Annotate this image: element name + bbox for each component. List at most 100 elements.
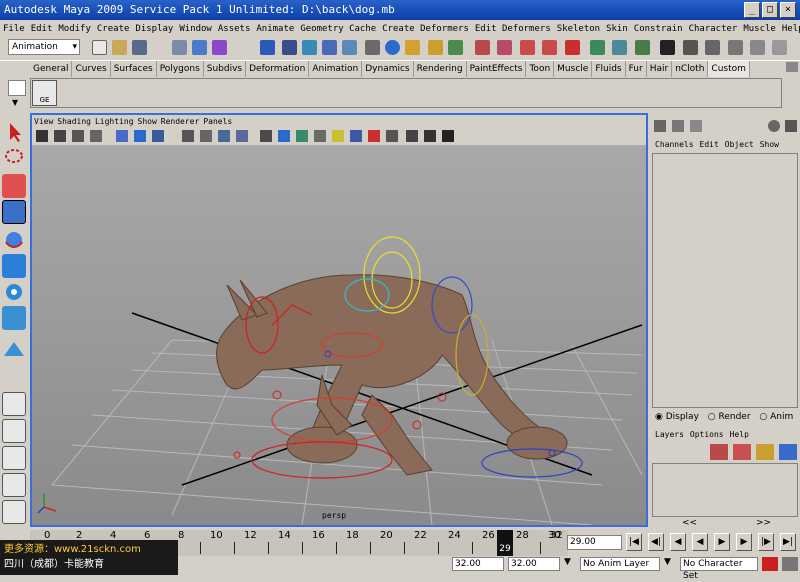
shelf-button-ge[interactable]: GE (32, 80, 57, 106)
layout-two-pane-icon[interactable] (2, 446, 26, 470)
menu-display[interactable]: Display (132, 24, 176, 34)
panel-menu-panels[interactable]: Panels (201, 117, 234, 126)
layer-scroll-right[interactable]: >> (756, 518, 771, 528)
magnet-icon[interactable] (475, 40, 490, 55)
maximize-button[interactable]: □ (762, 2, 778, 18)
layout-graph-icon[interactable] (750, 40, 765, 55)
menu-constrain[interactable]: Constrain (631, 24, 686, 34)
layer-menu-help[interactable]: Help (730, 430, 749, 439)
panel-menu-lighting[interactable]: Lighting (93, 117, 136, 126)
radio-render[interactable]: ○ Render (708, 412, 751, 422)
tab-dynamics[interactable]: Dynamics (362, 61, 414, 77)
preferences-icon[interactable] (782, 557, 798, 571)
tab-animation[interactable]: Animation (309, 61, 363, 77)
panel-toolbar-icons[interactable] (32, 128, 646, 145)
tab-deformation[interactable]: Deformation (246, 61, 310, 77)
layer-options-icon[interactable] (779, 444, 797, 460)
paint-select-tool-icon[interactable] (2, 174, 26, 198)
snap-plane-icon[interactable] (322, 40, 337, 55)
layer-scroll-left[interactable]: << (682, 518, 697, 528)
layer-lock-icon[interactable] (756, 444, 774, 460)
new-scene-icon[interactable] (92, 40, 107, 55)
channel-box-toggle-icon[interactable] (654, 120, 666, 132)
layer-menu-options[interactable]: Options (690, 430, 724, 439)
render-icon[interactable] (385, 40, 400, 55)
universal-manip-icon[interactable] (2, 280, 26, 304)
paint-icon[interactable] (520, 40, 535, 55)
attribute-editor-icon[interactable] (590, 40, 605, 55)
layout-channel-icon[interactable] (772, 40, 787, 55)
step-back-key-icon[interactable]: ◀ (670, 533, 686, 551)
make-live-icon[interactable] (342, 40, 357, 55)
play-backward-icon[interactable]: ◀ (692, 533, 708, 551)
menu-animate[interactable]: Animate (253, 24, 297, 34)
show-manip-icon[interactable] (2, 334, 26, 358)
wrap-icon[interactable] (542, 40, 557, 55)
tab-toon[interactable]: Toon (526, 61, 555, 77)
snap-point-icon[interactable] (302, 40, 317, 55)
menu-geometry-cache[interactable]: Geometry Cache (297, 24, 379, 34)
rotate-tool-icon[interactable] (2, 228, 26, 252)
open-scene-icon[interactable] (112, 40, 127, 55)
snap-grid-icon[interactable] (260, 40, 275, 55)
sculpt-icon[interactable] (497, 40, 512, 55)
tab-curves[interactable]: Curves (72, 61, 111, 77)
current-frame-field[interactable]: 29.00 (567, 535, 622, 550)
snap-curve-icon[interactable] (282, 40, 297, 55)
step-forward-frame-icon[interactable]: |▶ (758, 533, 774, 551)
anim-layer-dropdown-icon[interactable]: ▼ (664, 557, 678, 571)
menu-help[interactable]: Help (779, 24, 800, 34)
cb-menu-edit[interactable]: Edit (700, 140, 719, 149)
auto-key-icon[interactable] (762, 557, 778, 571)
select-component-icon[interactable] (212, 40, 227, 55)
save-scene-icon[interactable] (132, 40, 147, 55)
shelf-menu-button[interactable] (8, 80, 26, 96)
menu-create-deformers[interactable]: Create Deformers (379, 24, 472, 34)
tool-toggle-icon[interactable] (690, 120, 702, 132)
menu-modify[interactable]: Modify (55, 24, 94, 34)
cb-menu-show[interactable]: Show (760, 140, 779, 149)
menu-set-selector[interactable]: Animation ▾ (8, 39, 80, 55)
history-icon[interactable] (365, 40, 380, 55)
cb-menu-object[interactable]: Object (725, 140, 754, 149)
panel-menu-shading[interactable]: Shading (55, 117, 93, 126)
tool-settings-icon[interactable] (612, 40, 627, 55)
shelf-trash-icon[interactable] (786, 62, 798, 72)
tab-general[interactable]: General (30, 61, 73, 77)
panel-menu-renderer[interactable]: Renderer (159, 117, 202, 126)
attribute-toggle-icon[interactable] (672, 120, 684, 132)
tab-rendering[interactable]: Rendering (414, 61, 467, 77)
new-layer-selected-icon[interactable] (733, 444, 751, 460)
layout-single-pane-icon[interactable] (2, 392, 26, 416)
tab-custom[interactable]: Custom (708, 61, 750, 77)
cb-menu-channels[interactable]: Channels (655, 140, 694, 149)
range-menu-icon[interactable]: ▼ (564, 557, 578, 571)
step-back-frame-icon[interactable]: ◀| (648, 533, 664, 551)
tab-polygons[interactable]: Polygons (157, 61, 204, 77)
menu-window[interactable]: Window (176, 24, 215, 34)
ipr-render-icon[interactable] (405, 40, 420, 55)
tab-painteffects[interactable]: PaintEffects (467, 61, 527, 77)
soft-mod-icon[interactable] (2, 306, 26, 330)
menu-muscle[interactable]: Muscle (740, 24, 779, 34)
range-end-field[interactable]: 32.00 (508, 557, 560, 571)
new-layer-icon[interactable] (710, 444, 728, 460)
tab-hair[interactable]: Hair (647, 61, 673, 77)
scale-tool-icon[interactable] (2, 254, 26, 278)
go-to-end-icon[interactable]: ▶| (780, 533, 796, 551)
layer-list[interactable] (652, 463, 798, 517)
move-tool-icon[interactable] (2, 200, 26, 224)
panel-menu-show[interactable]: Show (136, 117, 159, 126)
layout-outliner-pane-icon[interactable] (2, 473, 26, 497)
current-frame-marker[interactable]: 29 (497, 530, 513, 556)
scene-canvas[interactable] (32, 145, 646, 525)
menu-character[interactable]: Character (686, 24, 741, 34)
menu-edit-deformers[interactable]: Edit Deformers (472, 24, 554, 34)
select-object-icon[interactable] (192, 40, 207, 55)
lock-icon[interactable] (428, 40, 443, 55)
menu-file[interactable]: File (0, 24, 28, 34)
tab-surfaces[interactable]: Surfaces (111, 61, 157, 77)
shelf-arrow-icon[interactable]: ▼ (12, 98, 18, 107)
tab-fluids[interactable]: Fluids (592, 61, 626, 77)
anim-layer-field[interactable]: No Anim Layer (580, 557, 660, 571)
